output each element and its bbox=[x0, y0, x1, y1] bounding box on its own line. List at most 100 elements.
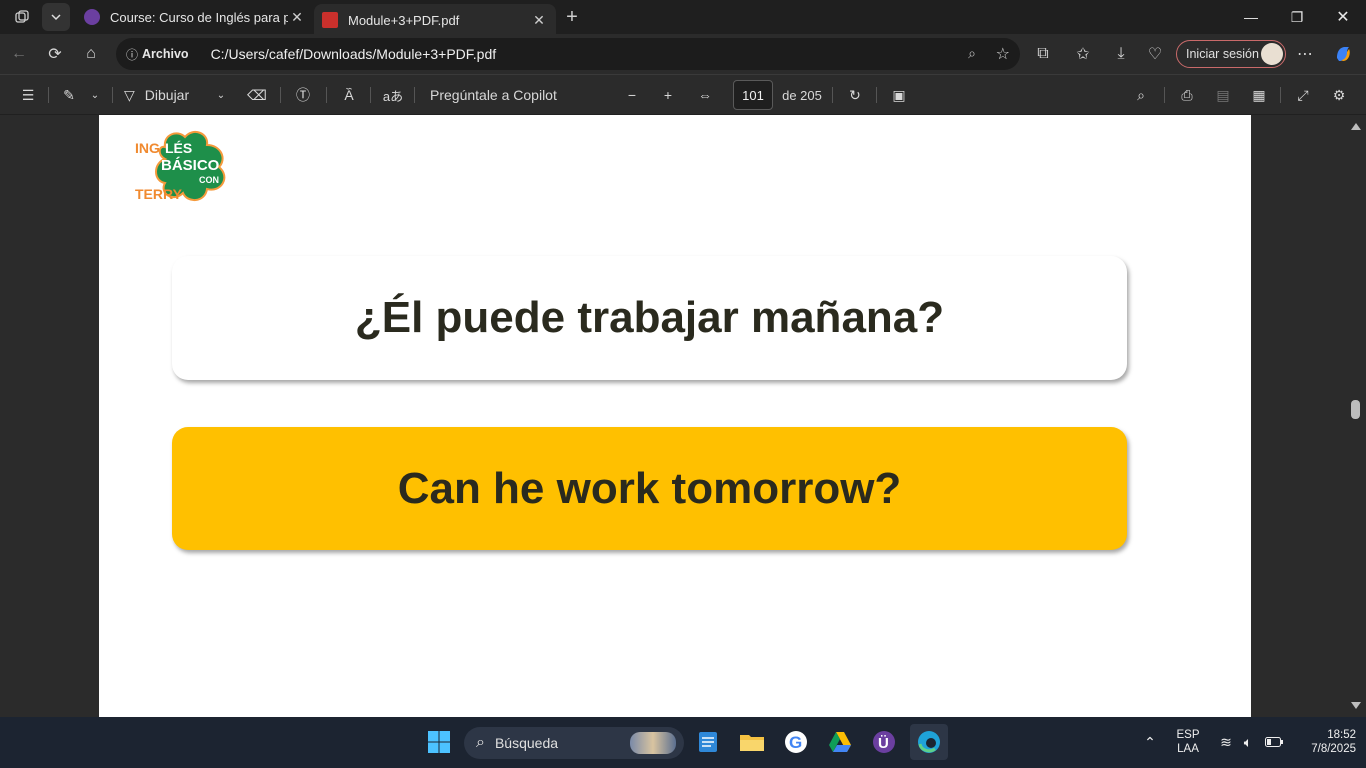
page-number-input[interactable]: 101 bbox=[733, 80, 773, 110]
udemy-app-icon[interactable]: Ü bbox=[868, 726, 900, 758]
scroll-up-icon[interactable] bbox=[1351, 123, 1361, 130]
highlight-icon[interactable]: ✎ bbox=[56, 81, 82, 109]
input-language-indicator[interactable]: ESP LAA bbox=[1172, 729, 1204, 755]
save-icon[interactable]: ▤ bbox=[1210, 81, 1236, 109]
svg-text:CON: CON bbox=[199, 175, 219, 185]
start-windows-icon[interactable] bbox=[423, 726, 455, 758]
taskbar: ⌕ Búsqueda G Ü ⌃ ESP LAA ≋ 🔈︎ 18:52 7/8/… bbox=[0, 717, 1366, 768]
rotate-icon[interactable]: ↻ bbox=[842, 81, 868, 109]
draw-icon: ▽ bbox=[124, 86, 135, 103]
battery-icon[interactable] bbox=[1258, 726, 1290, 758]
toolbar-divider bbox=[1164, 87, 1165, 103]
ask-copilot-button[interactable]: Pregúntale a Copilot bbox=[430, 81, 570, 109]
question-card: ¿Él puede trabajar mañana? bbox=[172, 256, 1127, 380]
total-pages-label: de 205 bbox=[782, 87, 822, 103]
favorite-star-icon[interactable]: ☆ bbox=[996, 44, 1010, 64]
language-label: ESP bbox=[1176, 729, 1200, 741]
tab-bar: Course: Curso de Inglés para principiant… bbox=[0, 0, 1366, 36]
toolbar-divider bbox=[326, 87, 327, 103]
info-icon[interactable]: ⓘ bbox=[126, 46, 138, 63]
avatar bbox=[1261, 43, 1283, 65]
close-tab-icon[interactable]: ✕ bbox=[530, 12, 548, 29]
vertical-scrollbar[interactable] bbox=[1346, 115, 1366, 717]
restore-icon[interactable]: ❐ bbox=[1274, 0, 1320, 34]
answer-text: Can he work tomorrow? bbox=[397, 463, 902, 513]
notepad-icon[interactable] bbox=[692, 726, 724, 758]
find-icon[interactable]: ⌕ bbox=[1128, 81, 1154, 109]
google-chrome-icon[interactable]: G bbox=[780, 726, 812, 758]
fit-width-icon[interactable]: ⇔ bbox=[692, 81, 718, 109]
signin-label: Iniciar sesión bbox=[1186, 47, 1259, 61]
question-text: ¿Él puede trabajar mañana? bbox=[354, 293, 945, 342]
downloads-icon[interactable]: ⤓ bbox=[1106, 40, 1136, 68]
translate-icon[interactable]: aあ bbox=[380, 81, 406, 109]
read-aloud-icon[interactable]: A᷈ bbox=[336, 81, 362, 109]
scroll-thumb[interactable] bbox=[1351, 400, 1360, 419]
svg-text:G: G bbox=[789, 733, 802, 752]
zoom-in-icon[interactable]: + bbox=[656, 81, 680, 109]
tab-actions-chevron-icon[interactable] bbox=[42, 3, 70, 31]
eraser-icon[interactable]: ⌫ bbox=[244, 81, 270, 109]
draw-label: Dibujar bbox=[144, 87, 190, 103]
search-placeholder: Búsqueda bbox=[494, 735, 559, 751]
new-tab-icon[interactable]: + bbox=[558, 3, 586, 31]
pdf-favicon-icon bbox=[322, 12, 338, 28]
search-icon: ⌕ bbox=[476, 734, 485, 751]
copilot-icon[interactable] bbox=[1328, 40, 1358, 68]
more-options-icon[interactable]: ⋯ bbox=[1290, 40, 1320, 68]
pdf-toolbar: ☰ ✎ ⌄ ▽ Dibujar ⌄ ⌫ Ⓣ A᷈ aあ Pregúntale a… bbox=[0, 74, 1366, 114]
file-explorer-icon[interactable] bbox=[736, 726, 768, 758]
page-view-icon[interactable]: ▣ bbox=[886, 81, 912, 109]
fullscreen-icon[interactable]: ⤢ bbox=[1290, 81, 1316, 109]
svg-text:Ü: Ü bbox=[878, 735, 889, 752]
tab-course[interactable]: Course: Curso de Inglés para principiant… bbox=[76, 0, 314, 34]
date-label: 7/8/2025 bbox=[1311, 743, 1356, 755]
toolbar-divider bbox=[832, 87, 833, 103]
edge-browser-icon[interactable] bbox=[910, 724, 948, 760]
contents-list-icon[interactable]: ☰ bbox=[14, 81, 42, 109]
address-source-label: Archivo bbox=[142, 47, 189, 61]
signin-button[interactable]: Iniciar sesión bbox=[1176, 40, 1286, 68]
google-drive-icon[interactable] bbox=[824, 726, 856, 758]
toolbar-divider bbox=[414, 87, 415, 103]
home-icon[interactable]: ⌂ bbox=[76, 40, 106, 68]
print-icon[interactable]: ⎙ bbox=[1174, 81, 1200, 109]
zoom-icon[interactable]: ⌕ bbox=[968, 45, 976, 62]
minimize-icon[interactable]: — bbox=[1228, 0, 1274, 34]
workspaces-icon[interactable] bbox=[8, 3, 36, 31]
taskbar-search[interactable]: ⌕ Búsqueda bbox=[464, 727, 684, 759]
tab-title: Module+3+PDF.pdf bbox=[348, 12, 460, 28]
keyboard-layout-label: LAA bbox=[1177, 743, 1199, 755]
save-as-icon[interactable]: ▦ bbox=[1246, 81, 1272, 109]
tab-pdf[interactable]: Module+3+PDF.pdf ✕ bbox=[314, 4, 556, 36]
highlight-dropdown-chevron-icon[interactable]: ⌄ bbox=[86, 81, 104, 109]
refresh-icon[interactable]: ⟳ bbox=[40, 40, 70, 68]
back-icon[interactable]: ← bbox=[4, 40, 34, 68]
svg-text:LÉS: LÉS bbox=[165, 140, 192, 156]
navigation-bar: ← ⟳ ⌂ ⓘ Archivo C:/Users/cafef/Downloads… bbox=[0, 34, 1366, 74]
time-label: 18:52 bbox=[1327, 729, 1356, 741]
favorites-icon[interactable]: ✩ bbox=[1068, 40, 1098, 68]
toolbar-divider bbox=[876, 87, 877, 103]
course-favicon-icon bbox=[84, 9, 100, 25]
settings-gear-icon[interactable]: ⚙ bbox=[1326, 81, 1352, 109]
svg-text:TERRY: TERRY bbox=[135, 186, 183, 202]
scroll-down-icon[interactable] bbox=[1351, 702, 1361, 709]
pdf-page: ING LÉS BÁSICO CON TERRY ¿Él puede traba… bbox=[99, 115, 1251, 717]
close-tab-icon[interactable]: ✕ bbox=[288, 9, 306, 26]
add-text-icon[interactable]: Ⓣ bbox=[290, 81, 316, 109]
zoom-out-icon[interactable]: − bbox=[620, 81, 644, 109]
toolbar-divider bbox=[112, 87, 113, 103]
browser-essentials-icon[interactable]: ♡ bbox=[1140, 40, 1170, 68]
draw-button[interactable]: ▽ Dibujar bbox=[124, 81, 208, 109]
toolbar-divider bbox=[370, 87, 371, 103]
address-bar[interactable]: ⓘ Archivo C:/Users/cafef/Downloads/Modul… bbox=[116, 38, 1020, 70]
toolbar-divider bbox=[1280, 87, 1281, 103]
extensions-icon[interactable]: ⧉ bbox=[1028, 40, 1058, 68]
close-window-icon[interactable]: ✕ bbox=[1320, 0, 1366, 34]
draw-dropdown-chevron-icon[interactable]: ⌄ bbox=[212, 81, 230, 109]
svg-text:ING: ING bbox=[135, 140, 160, 156]
clock[interactable]: 18:52 7/8/2025 bbox=[1292, 729, 1356, 755]
address-url[interactable]: C:/Users/cafef/Downloads/Module+3+PDF.pd… bbox=[211, 46, 497, 62]
show-hidden-icons-icon[interactable]: ⌃ bbox=[1134, 726, 1166, 758]
